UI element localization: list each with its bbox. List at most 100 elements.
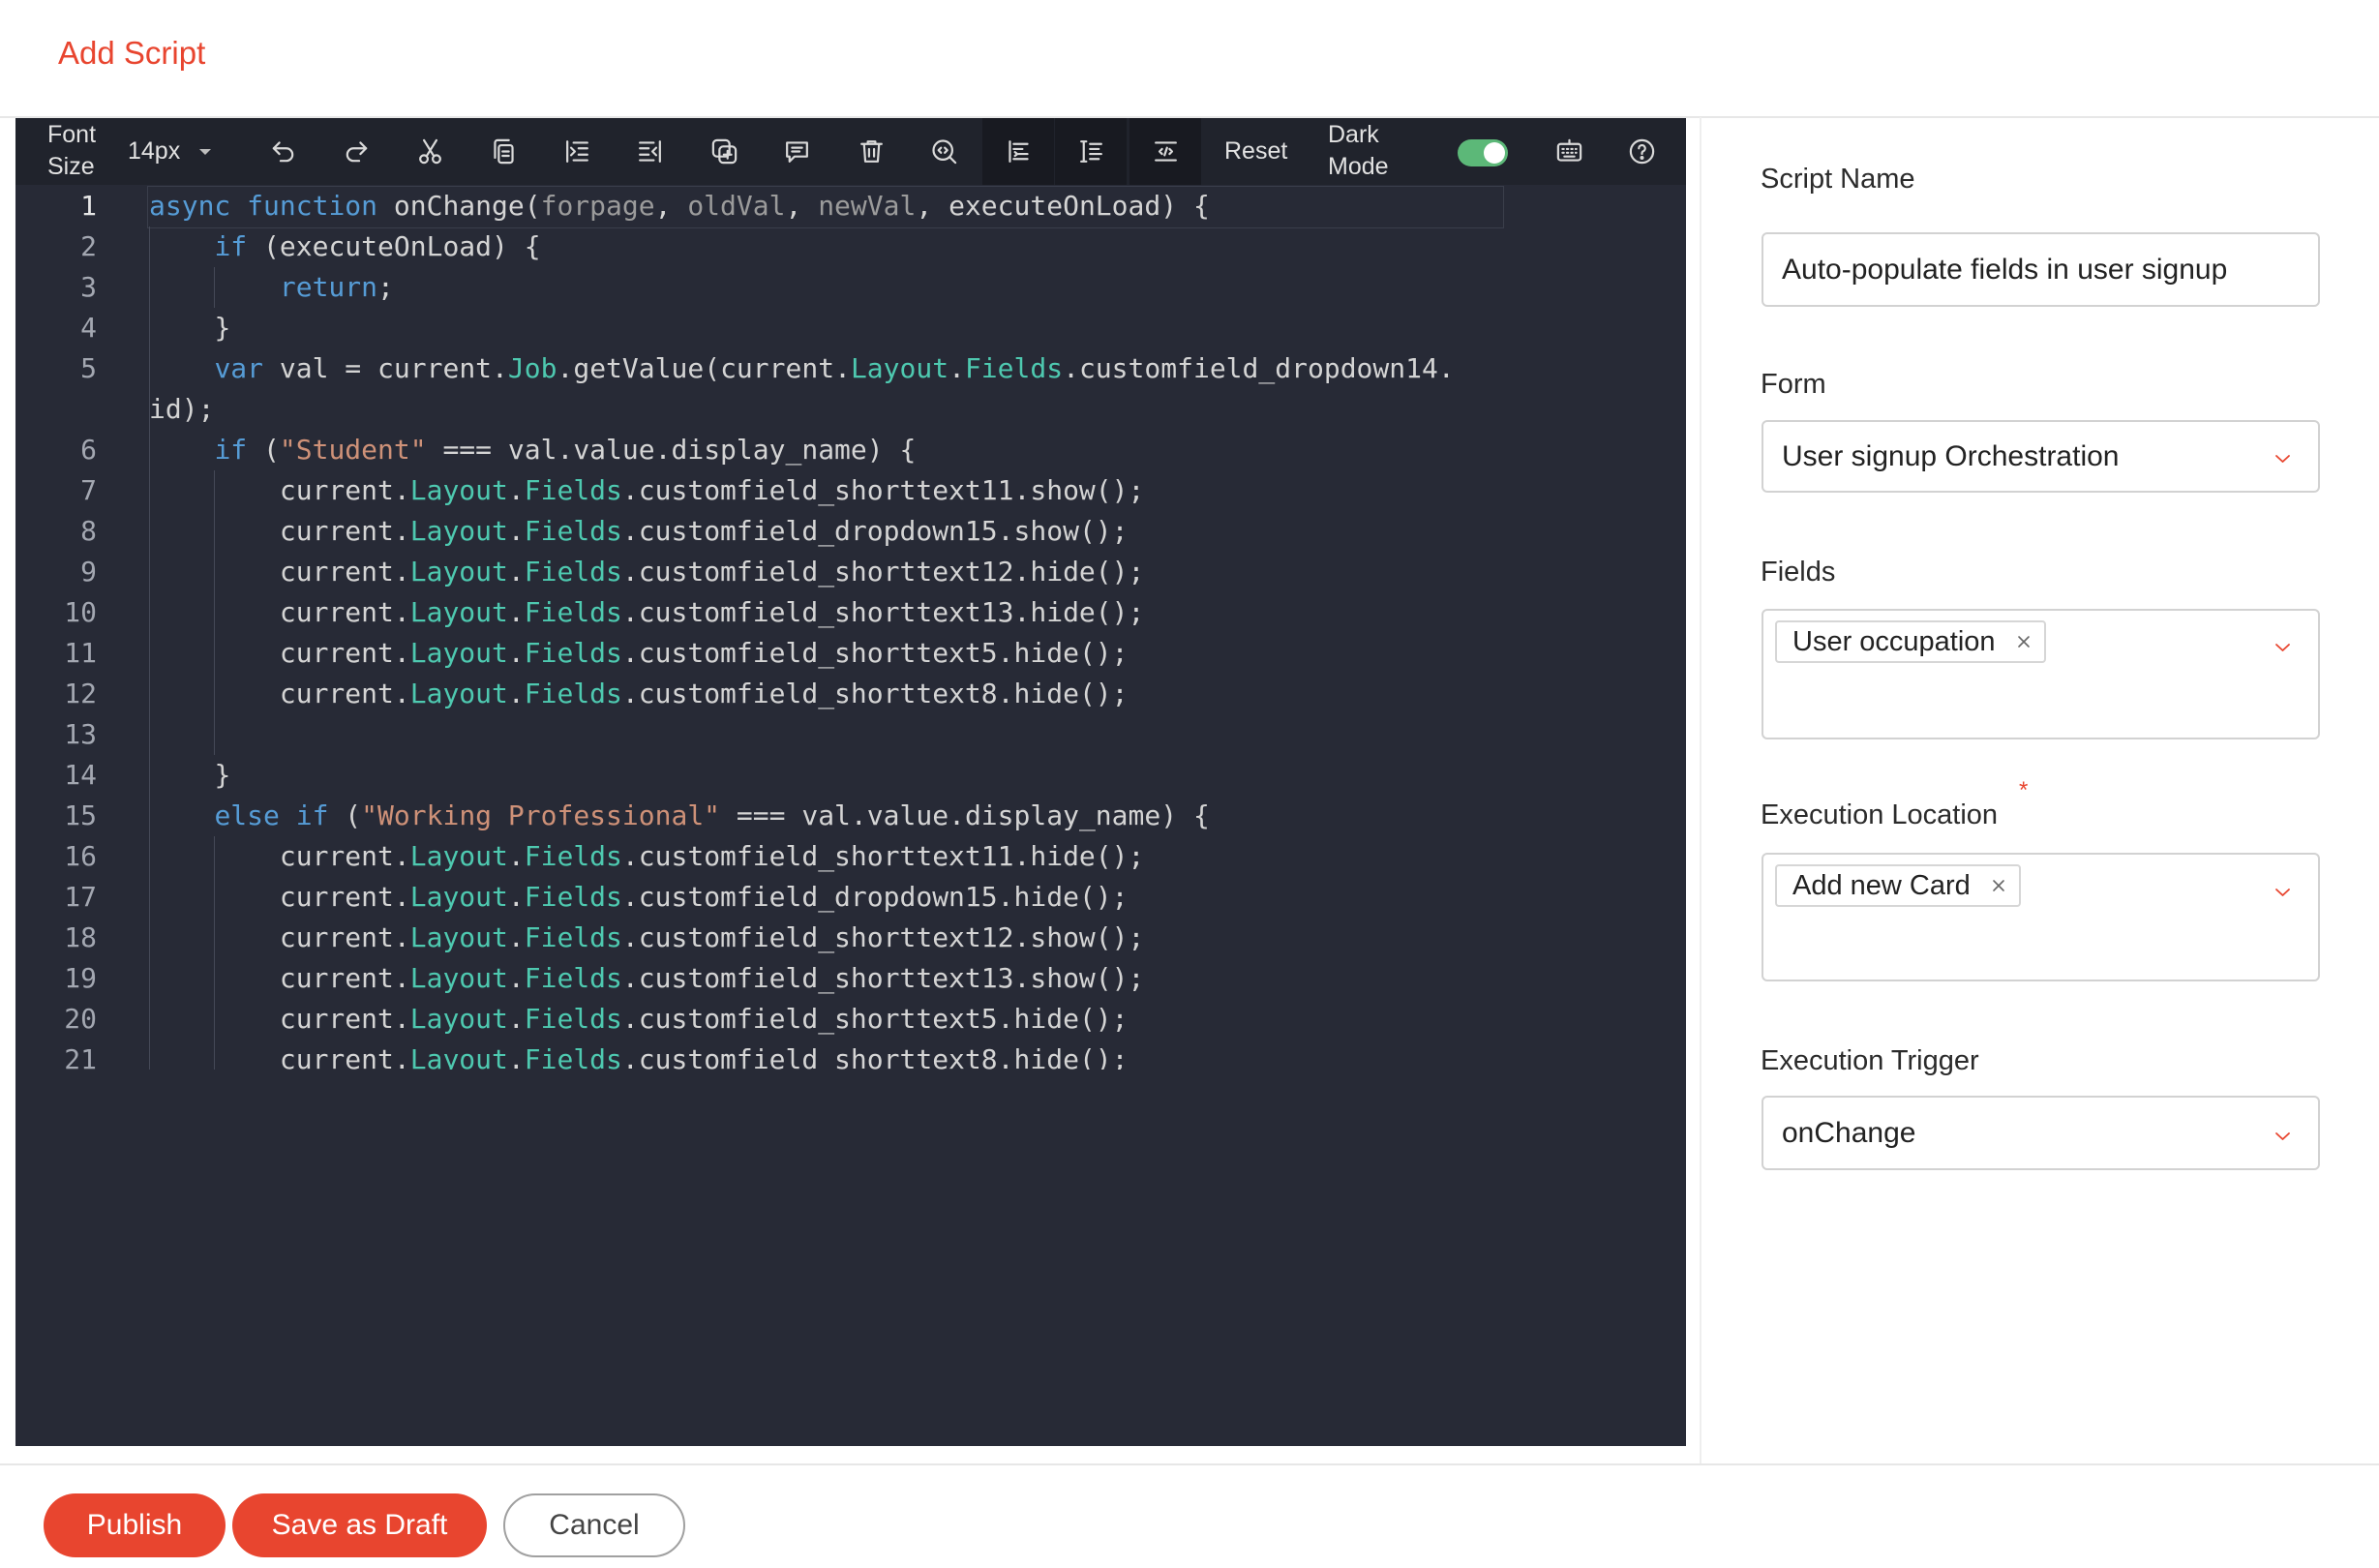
- code-line[interactable]: 11 current.Layout.Fields.customfield_sho…: [15, 633, 1686, 674]
- code-line[interactable]: 1 async function onChange(forpage, oldVal…: [15, 186, 1686, 228]
- code-viewport[interactable]: 1 async function onChange(forpage, oldVal…: [15, 185, 1686, 1070]
- chevron-down-icon[interactable]: [2274, 643, 2291, 652]
- code-token: .: [949, 352, 965, 384]
- code-text[interactable]: current.Layout.Fields.customfield_shortt…: [149, 918, 1461, 958]
- code-line[interactable]: 7 current.Layout.Fields.customfield_shor…: [15, 470, 1686, 511]
- code-token: .: [997, 515, 1014, 547]
- delete-button[interactable]: [842, 118, 900, 185]
- code-line[interactable]: 20 current.Layout.Fields.customfield_sho…: [15, 999, 1686, 1040]
- code-token: hide: [1013, 1003, 1079, 1035]
- code-line[interactable]: 21 current.Layout.Fields.customfield_sho…: [15, 1040, 1686, 1070]
- code-line[interactable]: 19 current.Layout.Fields.customfield_sho…: [15, 958, 1686, 999]
- line-number: 19: [64, 962, 97, 994]
- code-text[interactable]: else if ("Working Professional" === val.…: [149, 796, 1461, 836]
- code-token: id: [149, 393, 182, 425]
- wrap-button[interactable]: [1129, 118, 1201, 185]
- code-text[interactable]: }: [149, 308, 1461, 348]
- code-line[interactable]: 3 return;: [15, 267, 1686, 308]
- code-text[interactable]: current.Layout.Fields.customfield_shortt…: [149, 674, 1461, 714]
- code-token: .: [507, 921, 525, 953]
- code-editor[interactable]: Font Size 14px Reset Dark Mode 1 async f…: [15, 118, 1686, 1446]
- chevron-down-icon[interactable]: [2274, 888, 2291, 897]
- find-button[interactable]: [915, 118, 973, 185]
- indent-guide: [149, 958, 150, 999]
- code-text[interactable]: if ("Student" === val.value.display_name…: [149, 430, 1461, 470]
- caret-down-icon[interactable]: [197, 147, 213, 157]
- copy-button[interactable]: [474, 118, 532, 185]
- code-token: Fields: [524, 962, 622, 994]
- code-text[interactable]: current.Layout.Fields.customfield_shortt…: [149, 1040, 1461, 1070]
- code-line[interactable]: 5 var val = current.Job.getValue(current…: [15, 348, 1686, 430]
- line-numbers-button[interactable]: [1055, 118, 1127, 185]
- code-text[interactable]: }: [149, 755, 1461, 796]
- code-text[interactable]: current.Layout.Fields.customfield_shortt…: [149, 999, 1461, 1040]
- cancel-button[interactable]: Cancel: [503, 1493, 685, 1557]
- publish-button[interactable]: Publish: [44, 1493, 226, 1557]
- reset-button[interactable]: Reset: [1224, 136, 1287, 167]
- code-text[interactable]: return;: [149, 267, 1461, 308]
- code-token: =: [328, 352, 378, 384]
- execution-location-multiselect[interactable]: Add new Card: [1762, 853, 2320, 981]
- script-name-input[interactable]: Auto-populate fields in user signup: [1762, 232, 2320, 307]
- code-text[interactable]: current.Layout.Fields.customfield_dropdo…: [149, 877, 1461, 918]
- code-line[interactable]: 8 current.Layout.Fields.customfield_drop…: [15, 511, 1686, 552]
- code-line[interactable]: 18 current.Layout.Fields.customfield_sho…: [15, 918, 1686, 958]
- code-text[interactable]: if (executeOnLoad) {: [149, 226, 1461, 267]
- code-text[interactable]: [149, 714, 1461, 755]
- form-select[interactable]: User signup Orchestration: [1762, 420, 2320, 493]
- code-lines[interactable]: 1 async function onChange(forpage, oldVal…: [15, 186, 1686, 1070]
- code-token: .: [507, 881, 525, 913]
- code-text[interactable]: var val = current.Job.getValue(current.L…: [149, 348, 1461, 430]
- code-token: Layout: [850, 352, 949, 384]
- code-token: getValue: [573, 352, 705, 384]
- code-token: current: [279, 637, 394, 669]
- duplicate-button[interactable]: [695, 118, 753, 185]
- code-text[interactable]: current.Layout.Fields.customfield_shortt…: [149, 836, 1461, 877]
- cut-button[interactable]: [401, 118, 459, 185]
- chevron-down-icon[interactable]: [2274, 454, 2291, 464]
- undo-button[interactable]: [254, 118, 312, 185]
- code-text[interactable]: current.Layout.Fields.customfield_shortt…: [149, 592, 1461, 633]
- script-name-label: Script Name: [1761, 164, 1915, 195]
- code-line[interactable]: 17 current.Layout.Fields.customfield_dro…: [15, 877, 1686, 918]
- indent-button[interactable]: [548, 118, 606, 185]
- code-token: current: [279, 515, 394, 547]
- code-token: hide: [1013, 637, 1079, 669]
- code-token: .: [997, 637, 1014, 669]
- code-line[interactable]: 6 if ("Student" === val.value.display_na…: [15, 430, 1686, 470]
- code-text[interactable]: current.Layout.Fields.customfield_shortt…: [149, 633, 1461, 674]
- line-number: 5: [80, 352, 97, 384]
- save-draft-button[interactable]: Save as Draft: [232, 1493, 487, 1557]
- code-line[interactable]: 2 if (executeOnLoad) {: [15, 226, 1686, 267]
- code-line[interactable]: 16 current.Layout.Fields.customfield_sho…: [15, 836, 1686, 877]
- code-text[interactable]: current.Layout.Fields.customfield_shortt…: [149, 958, 1461, 999]
- code-text[interactable]: async function onChange(forpage, oldVal,…: [149, 186, 1461, 226]
- code-line[interactable]: 9 current.Layout.Fields.customfield_shor…: [15, 552, 1686, 592]
- code-line[interactable]: 4 }: [15, 308, 1686, 348]
- fields-multiselect[interactable]: User occupation: [1762, 609, 2320, 739]
- code-line[interactable]: 12 current.Layout.Fields.customfield_sho…: [15, 674, 1686, 714]
- code-text[interactable]: current.Layout.Fields.customfield_dropdo…: [149, 511, 1461, 552]
- remove-chip-icon[interactable]: [2017, 635, 2031, 648]
- code-text[interactable]: current.Layout.Fields.customfield_shortt…: [149, 470, 1461, 511]
- redo-button[interactable]: [327, 118, 385, 185]
- remove-chip-icon[interactable]: [1992, 879, 2005, 892]
- dark-mode-toggle[interactable]: [1458, 139, 1508, 166]
- code-line[interactable]: 14 }: [15, 755, 1686, 796]
- code-line[interactable]: 15 else if ("Working Professional" === v…: [15, 796, 1686, 836]
- comment-button[interactable]: [768, 118, 826, 185]
- code-text[interactable]: current.Layout.Fields.customfield_shortt…: [149, 552, 1461, 592]
- keyboard-shortcuts-button[interactable]: [1540, 118, 1598, 185]
- chevron-down-icon[interactable]: [2274, 1131, 2291, 1141]
- code-line[interactable]: 13: [15, 714, 1686, 755]
- outdent-button[interactable]: [620, 118, 678, 185]
- format-button[interactable]: [982, 118, 1054, 185]
- code-token: Fields: [524, 678, 622, 709]
- font-size-select[interactable]: 14px: [128, 136, 180, 167]
- field-chip: User occupation: [1775, 620, 2046, 663]
- execution-trigger-select[interactable]: onChange: [1762, 1096, 2320, 1170]
- help-button[interactable]: [1612, 118, 1671, 185]
- code-line[interactable]: 10 current.Layout.Fields.customfield_sho…: [15, 592, 1686, 633]
- code-token: Fields: [524, 881, 622, 913]
- code-token: .: [507, 556, 525, 588]
